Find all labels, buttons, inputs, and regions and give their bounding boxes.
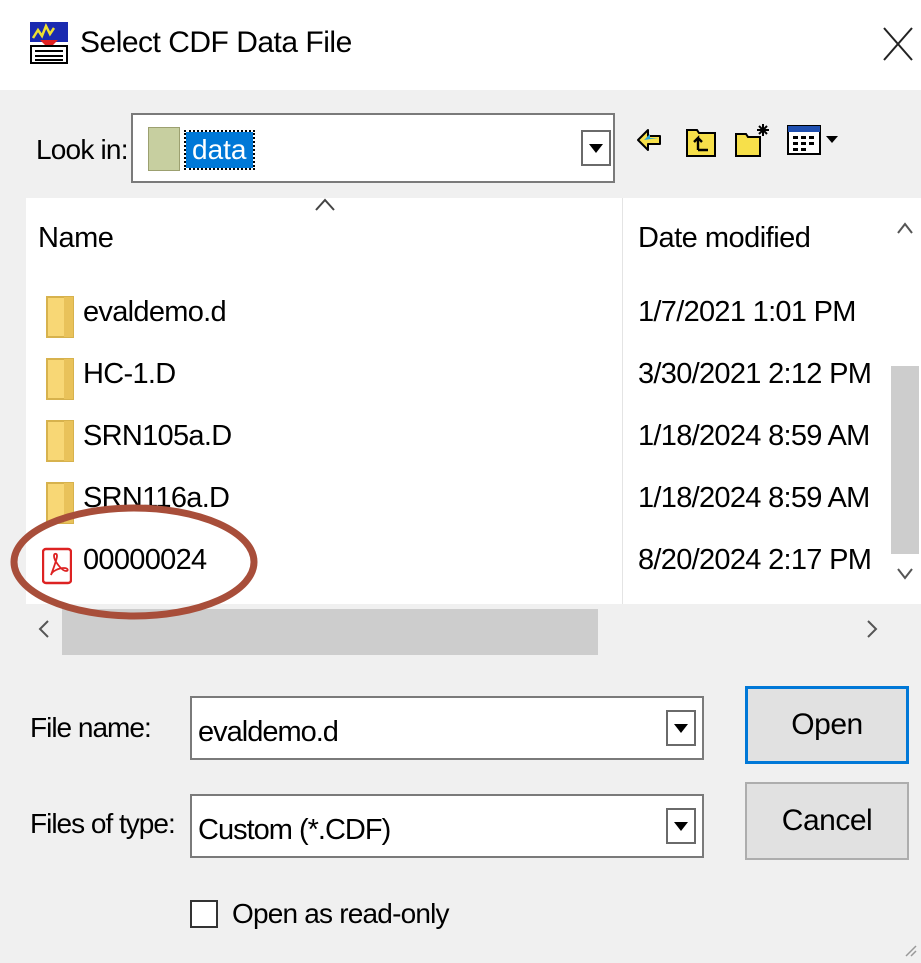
file-list[interactable]: Name Date modified evaldemo.d 1/7/2021 1… <box>26 198 888 604</box>
folder-icon <box>148 127 180 171</box>
chevron-down-icon[interactable] <box>581 130 611 166</box>
scroll-left-icon[interactable] <box>36 618 52 640</box>
file-date: 8/20/2024 2:17 PM <box>638 544 872 576</box>
folder-icon <box>46 420 74 462</box>
sort-ascending-icon <box>315 198 335 211</box>
files-of-type-value: Custom (*.CDF) <box>198 814 391 846</box>
chevron-down-icon[interactable] <box>666 710 696 746</box>
file-date: 1/18/2024 8:59 AM <box>638 482 870 514</box>
title-bar: Select CDF Data File <box>0 0 921 90</box>
folder-icon <box>46 482 74 524</box>
files-of-type-label: Files of type: <box>30 808 176 839</box>
files-of-type-dropdown[interactable]: Custom (*.CDF) <box>190 794 704 858</box>
read-only-checkbox[interactable] <box>190 900 218 928</box>
cancel-button[interactable]: Cancel <box>745 782 909 860</box>
column-header-date-modified[interactable]: Date modified <box>638 222 811 255</box>
look-in-value: data <box>184 130 255 170</box>
look-in-label: Look in: <box>36 134 128 165</box>
file-date: 1/7/2021 1:01 PM <box>638 296 856 328</box>
resize-grip-icon[interactable] <box>900 940 918 958</box>
chevron-down-icon[interactable] <box>666 808 696 844</box>
read-only-label[interactable]: Open as read-only <box>232 898 450 930</box>
new-folder-icon[interactable] <box>733 120 773 160</box>
close-icon[interactable] <box>880 20 920 68</box>
view-menu-icon[interactable] <box>786 120 842 160</box>
column-divider <box>622 198 623 604</box>
file-name: evaldemo.d <box>83 296 227 328</box>
up-folder-icon[interactable] <box>684 120 718 160</box>
scroll-up-icon[interactable] <box>895 220 915 236</box>
open-button[interactable]: Open <box>745 686 909 764</box>
list-item[interactable]: evaldemo.d <box>26 290 622 342</box>
horizontal-scrollbar[interactable] <box>26 604 888 656</box>
look-in-dropdown[interactable]: data <box>131 113 615 183</box>
file-name: HC-1.D <box>83 358 176 390</box>
column-header-name[interactable]: Name <box>38 222 114 255</box>
scroll-down-icon[interactable] <box>895 566 915 582</box>
app-icon <box>30 22 68 64</box>
file-name: SRN105a.D <box>83 420 232 452</box>
folder-icon <box>46 296 74 338</box>
file-name: 00000024 <box>83 544 207 576</box>
list-item[interactable]: HC-1.D <box>26 352 622 404</box>
vertical-scroll-thumb[interactable] <box>891 366 919 554</box>
file-name-input[interactable]: evaldemo.d <box>190 696 704 760</box>
file-date: 3/30/2021 2:12 PM <box>638 358 872 390</box>
vertical-scrollbar[interactable] <box>888 198 921 604</box>
list-item[interactable]: 00000024 <box>26 538 622 590</box>
dialog-title: Select CDF Data File <box>80 26 352 59</box>
file-name-value: evaldemo.d <box>198 716 339 748</box>
file-date: 1/18/2024 8:59 AM <box>638 420 870 452</box>
file-name-label: File name: <box>30 712 152 743</box>
folder-icon <box>46 358 74 400</box>
back-arrow-icon[interactable] <box>636 120 662 160</box>
scroll-right-icon[interactable] <box>864 618 880 640</box>
pdf-file-icon <box>42 547 72 585</box>
list-item[interactable]: SRN116a.D <box>26 476 622 528</box>
horizontal-scroll-thumb[interactable] <box>62 609 598 655</box>
file-name: SRN116a.D <box>83 482 230 514</box>
list-item[interactable]: SRN105a.D <box>26 414 622 466</box>
